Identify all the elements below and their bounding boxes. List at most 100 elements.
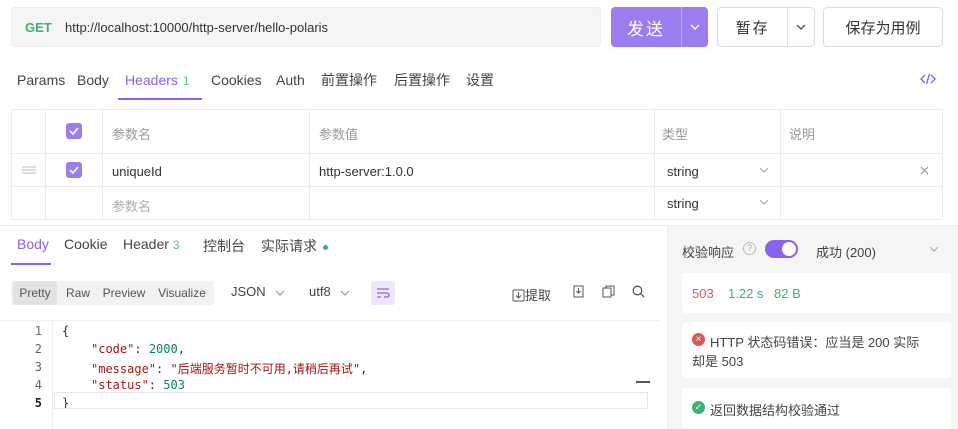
check-circle-icon: ✓ (692, 401, 705, 414)
header-type-select[interactable]: string (655, 154, 781, 187)
save-button-label: 暂存 (735, 19, 770, 37)
view-raw[interactable]: Raw (61, 281, 95, 305)
code-line: "code": 2000, (91, 342, 185, 356)
column-header-name: 参数名 (103, 110, 310, 154)
response-tab-console[interactable]: 控制台 (203, 236, 245, 256)
download-button[interactable] (572, 285, 585, 301)
tab-auth[interactable]: Auth (276, 60, 305, 100)
response-tab-body[interactable]: Body (17, 236, 49, 256)
close-icon[interactable] (920, 166, 929, 175)
tab-headers[interactable]: Headers 1 (125, 60, 190, 100)
chevron-down-icon[interactable] (929, 246, 939, 252)
toggle-knob (782, 242, 796, 256)
view-switcher: Pretty Raw Preview Visualize (11, 281, 214, 305)
new-header-name-field[interactable]: 参数名 (103, 187, 310, 219)
editor-gutter-divider (52, 320, 53, 429)
column-header-desc-label: 说明 (789, 127, 816, 142)
json-key: "message" (91, 362, 157, 376)
wrap-lines-button[interactable] (371, 281, 395, 305)
view-pretty[interactable]: Pretty (13, 281, 57, 305)
response-tab-actual-request[interactable]: 实际请求 (261, 236, 328, 256)
format-select[interactable]: JSON (231, 284, 285, 299)
url-bar[interactable]: GET http://localhost:10000/http-server/h… (11, 7, 601, 47)
encoding-select[interactable]: utf8 (309, 284, 350, 299)
new-header-type-select[interactable]: string (655, 187, 781, 219)
line-number: 3 (34, 360, 42, 374)
check-icon (69, 166, 79, 174)
response-tab-cookie[interactable]: Cookie (64, 236, 108, 256)
header-desc-field[interactable] (781, 154, 942, 187)
code-icon[interactable] (920, 72, 936, 89)
new-header-desc-field[interactable] (781, 187, 942, 219)
tab-post-processors[interactable]: 后置操作 (394, 60, 450, 100)
json-key: "status" (91, 378, 149, 392)
chevron-down-icon (690, 24, 700, 30)
help-icon[interactable]: ? (743, 242, 756, 255)
expected-response-select[interactable]: 成功 (200) (816, 242, 876, 261)
response-tab-header[interactable]: Header 3 (123, 236, 180, 256)
send-button-label: 发送 (627, 19, 665, 39)
response-body-editor[interactable]: 1 2 3 4 5 { "code": 2000, "message": "后端… (0, 320, 660, 429)
check-all-cell (46, 110, 103, 154)
code-line: "status": 503 (91, 378, 185, 392)
extract-button[interactable]: 提取 (512, 285, 551, 304)
chevron-down-icon (340, 290, 350, 296)
copy-button[interactable] (602, 285, 615, 301)
row-check-cell-empty (46, 187, 103, 219)
tab-pre-processors[interactable]: 前置操作 (321, 60, 377, 100)
save-button[interactable]: 暂存 (717, 7, 815, 47)
save-as-case-button[interactable]: 保存为用例 (823, 7, 943, 47)
view-preview[interactable]: Preview (99, 281, 149, 305)
method-select[interactable]: GET (25, 20, 61, 35)
error-icon: × (692, 333, 705, 346)
line-number: 1 (34, 324, 42, 338)
new-header-type-value: string (667, 196, 699, 211)
drag-column-empty (12, 187, 46, 219)
tab-cookies[interactable]: Cookies (211, 60, 262, 100)
view-visualize[interactable]: Visualize (154, 281, 210, 305)
expected-response-value: 成功 (200) (816, 245, 876, 260)
row-checkbox[interactable] (66, 162, 82, 178)
tab-headers-label: Headers (125, 72, 178, 88)
send-options-toggle[interactable] (681, 7, 708, 47)
search-button[interactable] (632, 285, 645, 301)
validate-toggle[interactable] (765, 240, 798, 258)
tab-settings[interactable]: 设置 (466, 60, 494, 100)
tab-params[interactable]: Params (17, 60, 65, 100)
format-value: JSON (231, 284, 266, 299)
json-string: "后端服务暂时不可用,请稍后再试" (170, 362, 361, 376)
chevron-down-icon (796, 24, 806, 30)
url-input[interactable]: http://localhost:10000/http-server/hello… (65, 20, 328, 35)
response-tab-actual-label: 实际请求 (261, 238, 317, 254)
wrap-icon (377, 288, 390, 298)
drag-handle[interactable] (12, 154, 46, 187)
response-tab-header-label: Header (123, 236, 169, 252)
response-size: 82 B (774, 286, 801, 301)
header-value-field[interactable]: http-server:1.0.0 (310, 154, 655, 187)
response-time: 1.22 s (728, 286, 764, 301)
copy-icon (602, 285, 615, 298)
code-brackets-icon (920, 73, 936, 85)
json-number: 503 (163, 378, 185, 392)
new-header-name-placeholder: 参数名 (112, 199, 152, 214)
tab-body[interactable]: Body (77, 60, 109, 100)
line-number: 2 (34, 342, 42, 356)
header-name-value: uniqueId (112, 164, 162, 179)
column-header-type-label: 类型 (662, 127, 689, 142)
error-message-line1: HTTP 状态码错误：应当是 200 实际 (710, 335, 920, 350)
api-client-window: GET http://localhost:10000/http-server/h… (0, 0, 958, 429)
row-check-cell (46, 154, 103, 187)
line-number: 5 (34, 396, 42, 410)
status-dot-icon (322, 244, 328, 250)
check-all-checkbox[interactable] (66, 123, 82, 139)
encoding-value: utf8 (309, 284, 331, 299)
active-tab-indicator (118, 98, 202, 100)
save-options-toggle[interactable] (787, 8, 814, 46)
new-header-value-field[interactable] (310, 187, 655, 219)
send-button[interactable]: 发送 (611, 7, 708, 47)
header-name-field[interactable]: uniqueId (103, 154, 310, 187)
error-card: × HTTP 状态码错误：应当是 200 实际 却是 503 (682, 322, 951, 378)
current-line-highlight (54, 392, 648, 409)
chevron-down-icon (275, 290, 285, 296)
validate-response-label: 校验响应 (682, 245, 735, 260)
